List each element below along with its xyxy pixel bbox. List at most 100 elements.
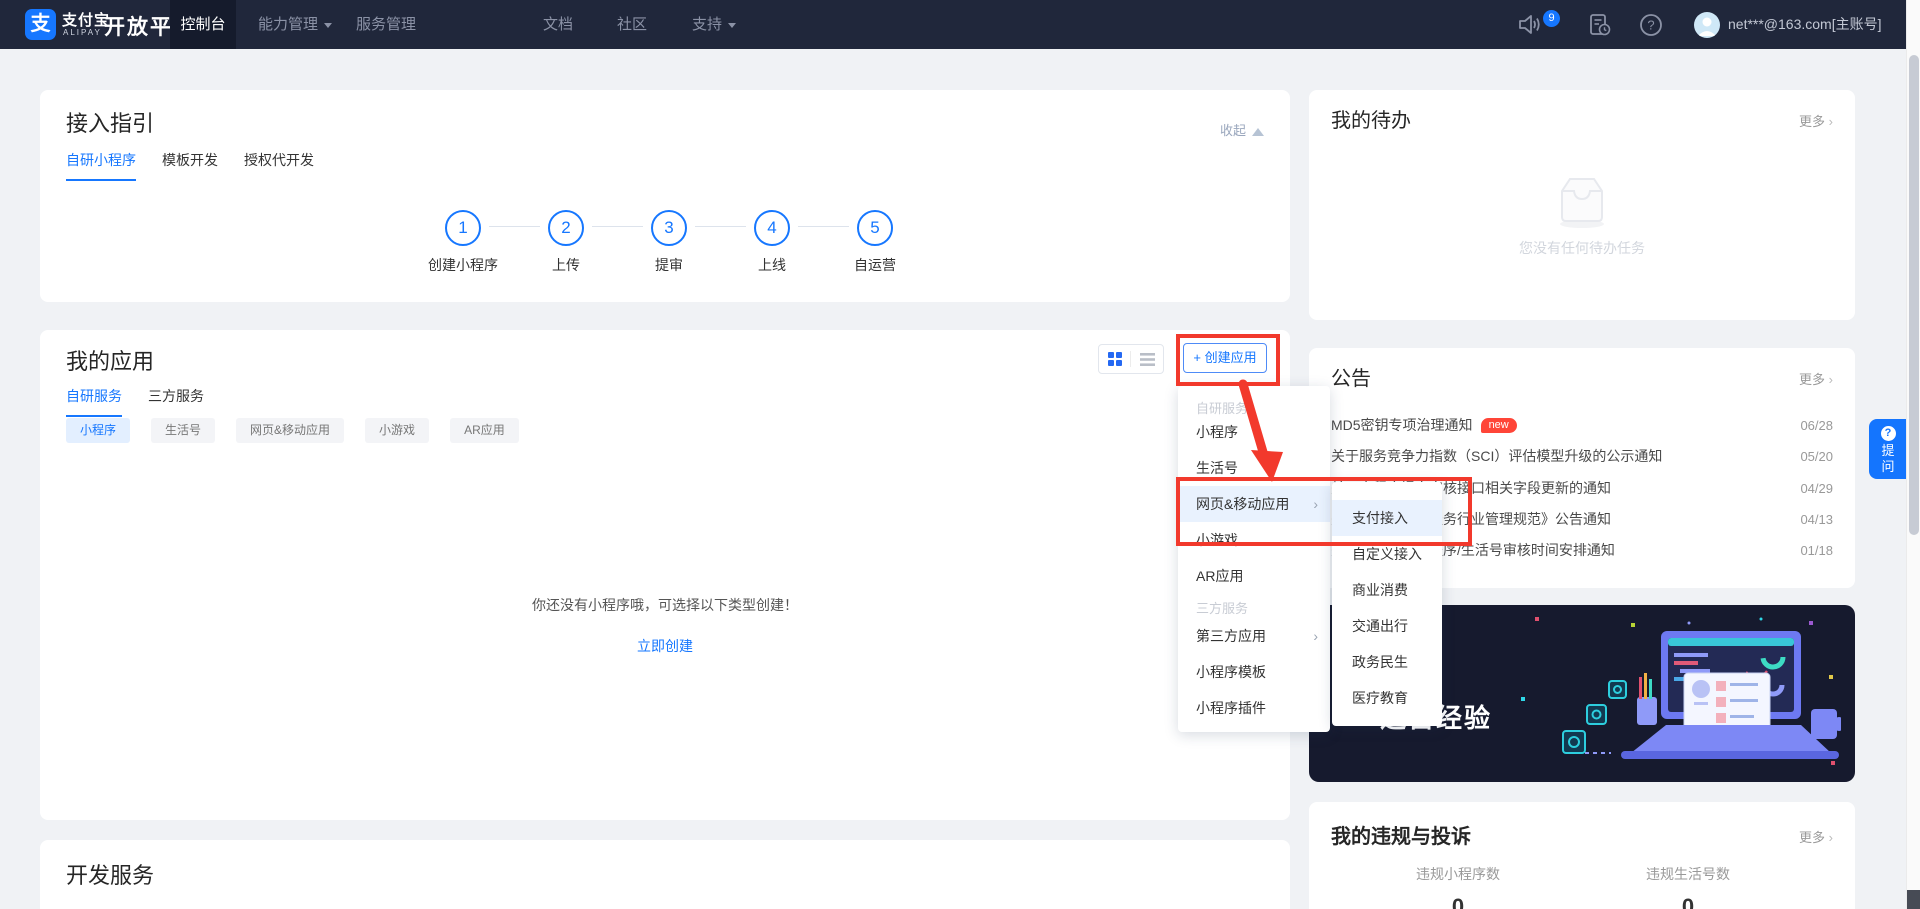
menu-item-label: 网页&移动应用 <box>1196 496 1290 512</box>
person-icon <box>1698 17 1716 36</box>
chevron-down-icon <box>324 22 333 28</box>
stat-value: 0 <box>1451 894 1465 909</box>
todo-more-link[interactable]: 更多 <box>1799 111 1833 130</box>
submenu-item-commerce[interactable]: 商业消费 <box>1332 572 1442 608</box>
step-4-number: 4 <box>754 210 790 246</box>
scrollbar-thumb[interactable] <box>1909 55 1919 535</box>
filter-web-mobile[interactable]: 网页&移动应用 <box>236 418 345 443</box>
submenu-item-medical-edu[interactable]: 医疗教育 <box>1332 680 1442 716</box>
nav-item-capability[interactable]: 能力管理 <box>258 0 333 49</box>
menu-item-miniapp[interactable]: 小程序 <box>1178 414 1330 450</box>
menu-item-third-party-app[interactable]: 第三方应用 <box>1178 618 1330 654</box>
app-type-filters: 小程序 生活号 网页&移动应用 小游戏 AR应用 <box>66 418 519 443</box>
submenu-item-payment-access[interactable]: 支付接入 <box>1332 500 1442 536</box>
scrollbar-corner <box>1907 890 1920 909</box>
toggle-divider <box>1130 351 1131 367</box>
menu-item-minigame[interactable]: 小游戏 <box>1178 522 1330 558</box>
announcement-link[interactable]: MD5密钥专项治理通知 new <box>1331 415 1517 435</box>
menu-item-web-mobile[interactable]: 网页&移动应用 <box>1178 486 1330 522</box>
violation-stat-lifeaccount: 违规生活号数 0 <box>1578 864 1798 909</box>
menu-item-ar-app[interactable]: AR应用 <box>1178 558 1330 594</box>
account-name[interactable]: net***@163.com[主账号] <box>1728 0 1882 49</box>
step-3-label: 提审 <box>655 257 683 273</box>
view-toggle <box>1098 344 1164 374</box>
document-log-icon[interactable] <box>1588 13 1612 37</box>
step-2-label: 上传 <box>552 257 580 273</box>
announcement-row: MD5密钥专项治理通知 new 06/28 <box>1331 410 1833 440</box>
nav-item-service[interactable]: 服务管理 <box>356 0 416 49</box>
web-mobile-submenu: 支付接入 自定义接入 商业消费 交通出行 政务民生 医疗教育 <box>1332 482 1442 726</box>
chevron-right-icon <box>1313 618 1318 654</box>
guide-tabs: 自研小程序 模板开发 授权代开发 <box>66 150 314 181</box>
menu-item-miniapp-template[interactable]: 小程序模板 <box>1178 654 1330 690</box>
brand-name-cn: 支付宝 <box>62 12 111 29</box>
chevron-down-icon <box>728 22 737 28</box>
menu-item-miniapp-plugin[interactable]: 小程序插件 <box>1178 690 1330 726</box>
tab-authorized-dev[interactable]: 授权代开发 <box>244 150 314 181</box>
step-1-number: 1 <box>445 210 481 246</box>
todo-empty-text: 您没有任何待办任务 <box>1519 240 1645 256</box>
scrollbar-track[interactable] <box>1906 0 1920 909</box>
submenu-item-transport[interactable]: 交通出行 <box>1332 608 1442 644</box>
nav-item-community[interactable]: 社区 <box>617 0 647 49</box>
new-badge: new <box>1480 418 1517 433</box>
banner-illustration <box>1521 617 1841 765</box>
announcement-link[interactable]: 关于服务竞争力指数（SCI）评估模型升级的公示通知 <box>1331 446 1662 466</box>
filter-lifeaccount[interactable]: 生活号 <box>151 418 216 443</box>
stat-label: 违规生活号数 <box>1646 866 1730 882</box>
step-4-label: 上线 <box>758 257 786 273</box>
violations-more-link[interactable]: 更多 <box>1799 827 1833 846</box>
menu-item-lifeaccount[interactable]: 生活号 <box>1178 450 1330 486</box>
dev-services-card: 开发服务 <box>40 840 1290 909</box>
avatar[interactable] <box>1694 12 1720 38</box>
nav-item-console[interactable]: 控制台 <box>170 0 236 49</box>
announcement-date: 01/18 <box>1800 542 1833 558</box>
alipay-logo-icon[interactable]: 支 <box>25 9 56 40</box>
step-1-label: 创建小程序 <box>428 257 498 273</box>
nav-item-docs[interactable]: 文档 <box>543 0 573 49</box>
create-app-button[interactable]: + 创建应用 <box>1183 343 1267 373</box>
collapse-button[interactable]: 收起 <box>1220 120 1264 139</box>
triangle-up-icon <box>1252 127 1264 136</box>
announcement-date: 04/13 <box>1800 511 1833 527</box>
notification-badge[interactable]: 9 <box>1543 10 1560 27</box>
top-nav: 支 支付宝 ALIPAY 开放平台 控制台 能力管理 服务管理 文档 社区 支持… <box>0 0 1920 49</box>
ask-question-button[interactable]: ? 提 问 <box>1869 419 1907 479</box>
announcement-date: 04/29 <box>1800 480 1833 496</box>
brand-name-en: ALIPAY <box>63 28 102 37</box>
svg-text:?: ? <box>1647 18 1654 33</box>
create-now-link[interactable]: 立即创建 <box>40 636 1290 656</box>
help-icon[interactable]: ? <box>1639 13 1663 37</box>
stat-value: 0 <box>1681 894 1695 909</box>
ask-label-line2: 问 <box>1881 459 1895 474</box>
my-apps-card: 我的应用 + 创建应用 自研服务 三方服务 小程序 生活号 网页&移动应用 小游… <box>40 330 1290 820</box>
tab-self-miniapp[interactable]: 自研小程序 <box>66 150 136 181</box>
create-app-menu: 自研服务 小程序 生活号 网页&移动应用 小游戏 AR应用 三方服务 第三方应用… <box>1178 386 1330 732</box>
nav-item-capability-label: 能力管理 <box>258 16 319 33</box>
step-4: 4 上线 <box>720 210 824 275</box>
apps-empty-text: 你还没有小程序哦，可选择以下类型创建！ <box>532 597 798 613</box>
tab-third-party-service[interactable]: 三方服务 <box>148 386 204 417</box>
filter-ar-app[interactable]: AR应用 <box>450 418 519 443</box>
filter-minigame[interactable]: 小游戏 <box>365 418 430 443</box>
nav-item-support-label: 支持 <box>692 16 723 33</box>
question-mark-icon: ? <box>1880 426 1896 441</box>
tab-template-dev[interactable]: 模板开发 <box>162 150 218 181</box>
alipay-open-platform-console: 支 支付宝 ALIPAY 开放平台 控制台 能力管理 服务管理 文档 社区 支持… <box>0 0 1920 909</box>
todo-card: 我的待办 更多 您没有任何待办任务 <box>1309 90 1855 320</box>
nav-item-support[interactable]: 支持 <box>692 0 737 49</box>
filter-miniapp[interactable]: 小程序 <box>66 418 131 443</box>
step-2-number: 2 <box>548 210 584 246</box>
grid-view-icon[interactable] <box>1107 352 1122 366</box>
announcement-text: MD5密钥专项治理通知 <box>1331 417 1473 433</box>
apps-tabs: 自研服务 三方服务 <box>66 386 204 417</box>
tab-self-service[interactable]: 自研服务 <box>66 386 122 417</box>
submenu-item-government[interactable]: 政务民生 <box>1332 644 1442 680</box>
todo-title: 我的待办 <box>1331 110 1411 132</box>
step-5-label: 自运营 <box>854 257 896 273</box>
announcements-more-link[interactable]: 更多 <box>1799 369 1833 388</box>
speaker-icon[interactable] <box>1518 14 1542 35</box>
submenu-item-custom-access[interactable]: 自定义接入 <box>1332 536 1442 572</box>
list-view-icon[interactable] <box>1139 352 1155 366</box>
stat-label: 违规小程序数 <box>1416 866 1500 882</box>
